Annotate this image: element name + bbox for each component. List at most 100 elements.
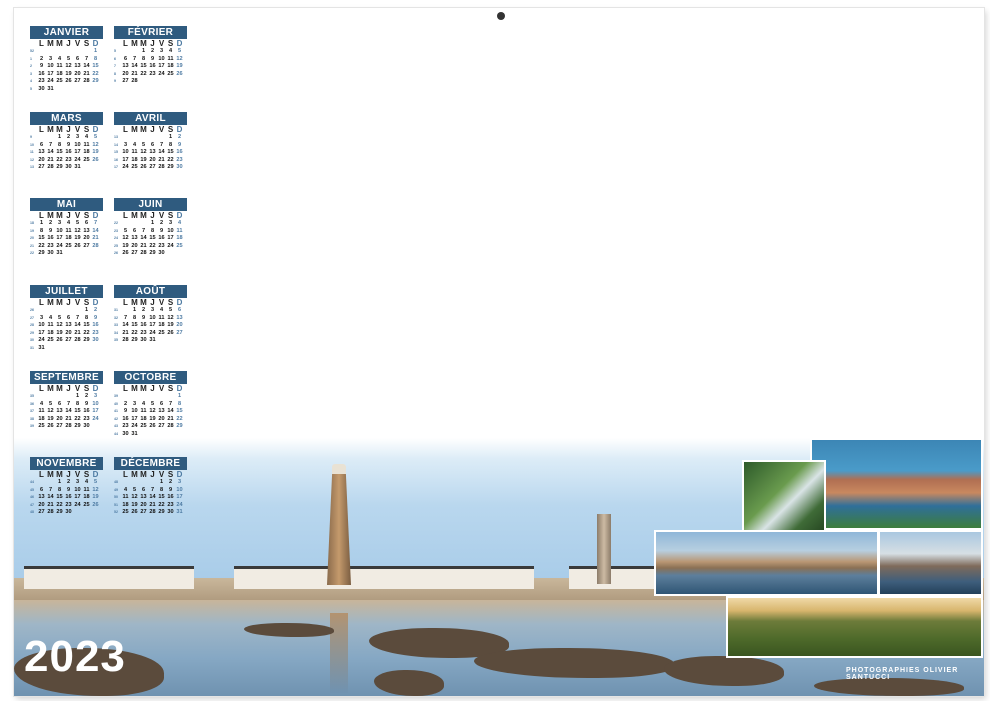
weekday-label: S [167,384,174,393]
day-cell: 12 [140,149,147,156]
day-cell: 11 [140,408,147,415]
day-cell: 16 [38,70,45,77]
day-cell: 19 [74,235,81,242]
day-cell: 15 [140,63,147,70]
day-cell: 11 [83,486,90,493]
day-cell: 13 [131,235,138,242]
day-cell: 9 [93,314,98,321]
weekday-label: S [83,384,90,393]
day-cell [166,337,175,345]
day-cell: 14 [140,235,147,242]
day-cell: 7 [84,55,89,62]
day-cell: 6 [84,220,89,226]
day-grid: 44 1 2 3 4 5 45 6 7 8 9 10 11 12 46 13 14 15 16 17 18 19 47 20 2… [30,479,103,517]
day-cell: 12 [92,141,99,148]
weekday-label: D [92,39,99,48]
day-cell [64,86,73,94]
week-number: 29 [30,330,34,335]
weekday-label: J [66,39,71,48]
day-cell: 8 [39,227,44,234]
day-cell: 23 [167,501,174,508]
day-cell [139,134,148,142]
weekday-label: J [150,211,155,220]
day-cell: 17 [38,329,45,336]
day-cell: 3 [150,307,155,313]
day-cell: 4 [84,479,89,485]
day-cell: 28 [92,242,99,249]
weekday-label: M [131,298,138,307]
weekday-label: J [150,125,155,134]
day-cell: 30 [158,250,165,257]
day-cell: 10 [176,486,183,493]
day-cell [130,48,139,56]
day-cell: 1 [141,48,146,54]
day-cell: 25 [140,423,147,430]
day-cell: 25 [122,509,129,516]
weekday-header: LMMJVSD [114,125,187,134]
day-cell: 31 [56,250,63,257]
day-cell: 5 [93,479,98,485]
day-cell: 23 [65,156,72,163]
day-cell: 14 [122,322,129,329]
day-cell: 17 [56,235,63,242]
month-name: JUIN [114,198,187,211]
month-name: OCTOBRE [114,371,187,384]
day-cell: 1 [93,48,98,54]
day-cell: 7 [48,141,53,148]
day-cell: 11 [47,322,54,329]
weekday-label: L [123,384,128,393]
weekday-label: J [150,384,155,393]
weekday-label: L [123,39,128,48]
day-cell [46,345,55,353]
weekday-label: M [140,211,147,220]
day-cell [55,86,64,94]
week-number: 41 [114,409,118,414]
day-cell [157,431,166,439]
weekday-label: M [56,384,63,393]
day-cell: 15 [167,149,174,156]
week-number: 28 [30,323,34,328]
day-cell: 27 [158,423,165,430]
day-cell: 30 [38,85,45,92]
weekday-label: S [83,125,90,134]
day-cell: 9 [159,227,164,234]
day-cell [121,48,130,56]
day-cell [121,134,130,142]
day-cell: 31 [47,85,54,92]
day-cell: 21 [149,501,156,508]
week-number: 39 [30,424,34,429]
weekday-label: S [167,125,174,134]
day-cell: 2 [66,479,71,485]
day-grid: 26 1 2 27 3 4 5 6 7 8 9 28 10 11 12 13 14 15 16 29 17 18 19 20 2… [30,307,103,353]
day-cell [157,337,166,345]
weekday-label: D [92,384,99,393]
week-number: 52 [114,510,118,515]
day-cell: 8 [57,141,62,148]
day-cell: 13 [74,63,81,70]
week-number: 22 [30,251,34,256]
day-cell: 13 [38,149,45,156]
day-cell: 5 [66,55,71,62]
day-cell: 10 [131,408,138,415]
day-cell: 25 [83,156,90,163]
weekday-label: V [158,384,165,393]
day-cell: 1 [150,220,155,226]
day-cell: 17 [47,70,54,77]
day-cell: 10 [74,486,81,493]
day-cell: 2 [39,55,44,62]
day-cell: 14 [92,227,99,234]
day-cell [37,48,46,56]
day-cell: 15 [56,494,63,501]
day-cell: 28 [167,423,174,430]
weekday-label: V [74,298,81,307]
day-cell: 4 [57,55,62,62]
day-cell [130,220,139,228]
day-cell: 20 [140,501,147,508]
day-cell: 13 [83,227,90,234]
day-cell: 6 [177,307,182,313]
day-cell: 4 [132,141,137,148]
day-cell [139,220,148,228]
lighthouse-lantern [332,464,346,474]
day-cell [37,307,46,315]
day-cell [148,479,157,487]
